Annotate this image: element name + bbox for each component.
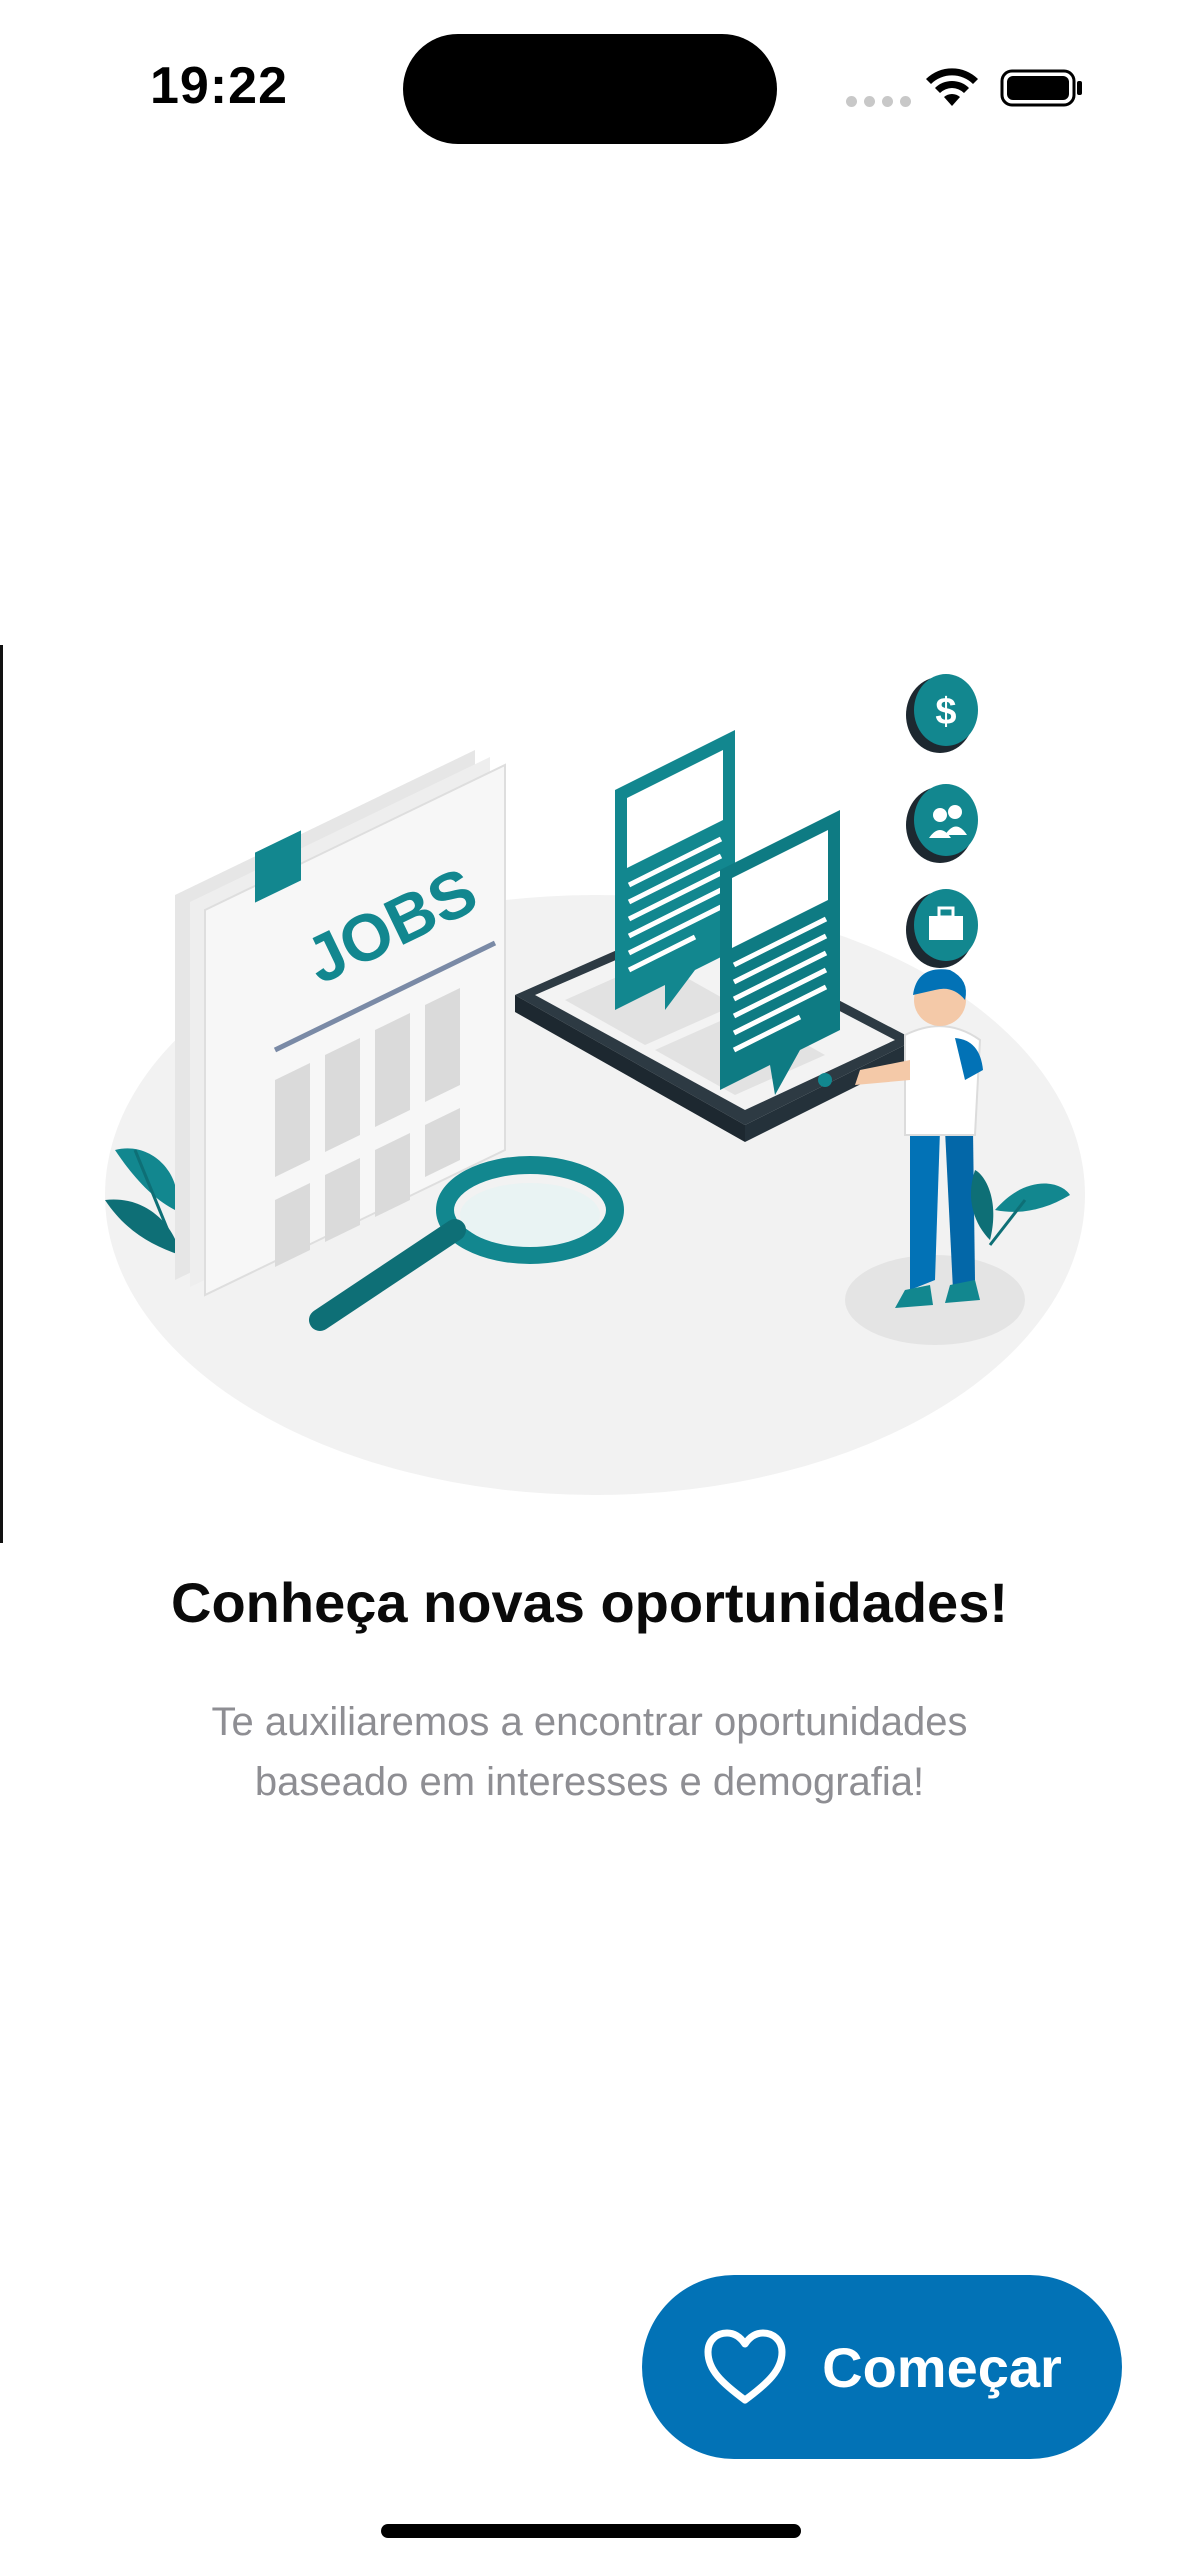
svg-text:$: $: [935, 691, 956, 733]
status-time: 19:22: [150, 57, 288, 115]
dollar-icon: $: [906, 674, 978, 753]
description-line-2: baseado em interesses e demografia!: [254, 1760, 925, 1804]
start-button-label: Começar: [822, 2335, 1062, 2399]
battery-icon: [1000, 69, 1082, 107]
people-icon: [906, 784, 978, 863]
cellular-signal-icon: [846, 96, 911, 107]
dynamic-island: [403, 34, 777, 144]
description-line-1: Te auxiliaremos a encontrar oportunidade…: [211, 1700, 968, 1744]
wifi-icon: [926, 68, 978, 106]
heart-icon: [704, 2329, 786, 2404]
left-edge-line: [0, 645, 3, 1543]
start-button[interactable]: Começar: [642, 2275, 1122, 2459]
jobs-illustration: JOBS $: [105, 674, 1085, 1495]
page-description: Te auxiliaremos a encontrar oportunidade…: [130, 1692, 1049, 1812]
status-bar: 19:22: [0, 0, 1179, 180]
home-indicator[interactable]: [381, 2524, 801, 2538]
briefcase-icon: [906, 889, 978, 968]
page-title: Conheça novas oportunidades!: [171, 1571, 1008, 1634]
